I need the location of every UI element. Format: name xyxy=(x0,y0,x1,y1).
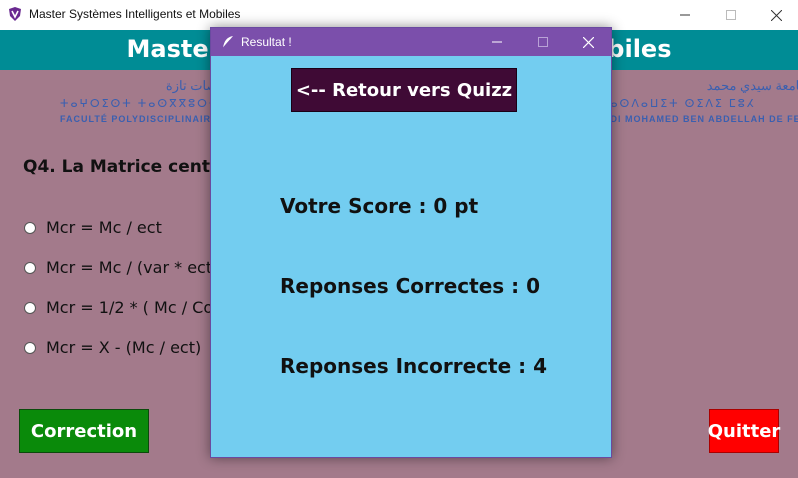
score-text: Votre Score : 0 pt xyxy=(280,194,479,218)
minimize-icon xyxy=(492,41,502,43)
incorrect-answers-text: Reponses Incorrecte : 4 xyxy=(280,354,547,378)
quit-button[interactable]: Quitter xyxy=(708,409,780,453)
answer-option[interactable]: Mcr = Mc / (var * ect) xyxy=(24,258,218,277)
university-latin-text: SIDI MOHAMED BEN ABDELLAH DE FES xyxy=(600,114,798,124)
answer-option[interactable]: Mcr = Mc / ect xyxy=(24,218,162,237)
main-window-title: Master Systèmes Intelligents et Mobiles xyxy=(29,7,241,21)
close-icon xyxy=(582,36,594,48)
dialog-titlebar: Resultat ! xyxy=(211,28,611,56)
answer-option-label: Mcr = Mc / ect xyxy=(46,218,162,237)
maximize-icon xyxy=(538,37,548,47)
dialog-title: Resultat ! xyxy=(241,35,292,49)
answer-option-label: Mcr = X - (Mc / ect) xyxy=(46,338,202,357)
minimize-button[interactable] xyxy=(662,0,708,30)
main-titlebar: Master Systèmes Intelligents et Mobiles xyxy=(0,0,798,30)
close-icon xyxy=(770,9,782,21)
radio-button[interactable] xyxy=(24,221,36,234)
answer-option[interactable]: Mcr = X - (Mc / ect) xyxy=(24,338,201,357)
dialog-close-button[interactable] xyxy=(566,28,610,56)
feather-icon xyxy=(222,36,233,49)
maximize-icon xyxy=(726,10,736,20)
result-dialog: Resultat ! <-- Retour vers Quizz Votre S… xyxy=(210,27,612,458)
minimize-icon xyxy=(680,14,690,16)
radio-button[interactable] xyxy=(24,301,36,314)
back-to-quiz-button[interactable]: <-- Retour vers Quizz xyxy=(291,68,517,112)
answer-option-label: Mcr = 1/2 * ( Mc / Cov ) xyxy=(46,298,234,317)
close-button[interactable] xyxy=(753,0,798,30)
correction-button[interactable]: Correction xyxy=(19,409,149,453)
university-logo: جامعة سيدي محمد ⵜⴰⵙⴷⴰⵡⵉⵜ ⵙⵉⴷⵉ ⵎⵓⵃ SIDI M… xyxy=(600,78,798,124)
university-arabic-text: جامعة سيدي محمد xyxy=(706,78,798,93)
maximize-button[interactable] xyxy=(708,0,754,30)
dialog-maximize-button[interactable] xyxy=(521,28,565,56)
dialog-minimize-button[interactable] xyxy=(475,28,519,56)
answer-option-label: Mcr = Mc / (var * ect) xyxy=(46,258,219,277)
radio-button[interactable] xyxy=(24,341,36,354)
university-tifinagh-text: ⵜⴰⵙⴷⴰⵡⵉⵜ ⵙⵉⴷⵉ ⵎⵓⵃ xyxy=(600,98,756,110)
app-shield-icon xyxy=(9,7,21,21)
answer-option[interactable]: Mcr = 1/2 * ( Mc / Cov ) xyxy=(24,298,234,317)
correct-answers-text: Reponses Correctes : 0 xyxy=(280,274,541,298)
radio-button[interactable] xyxy=(24,261,36,274)
